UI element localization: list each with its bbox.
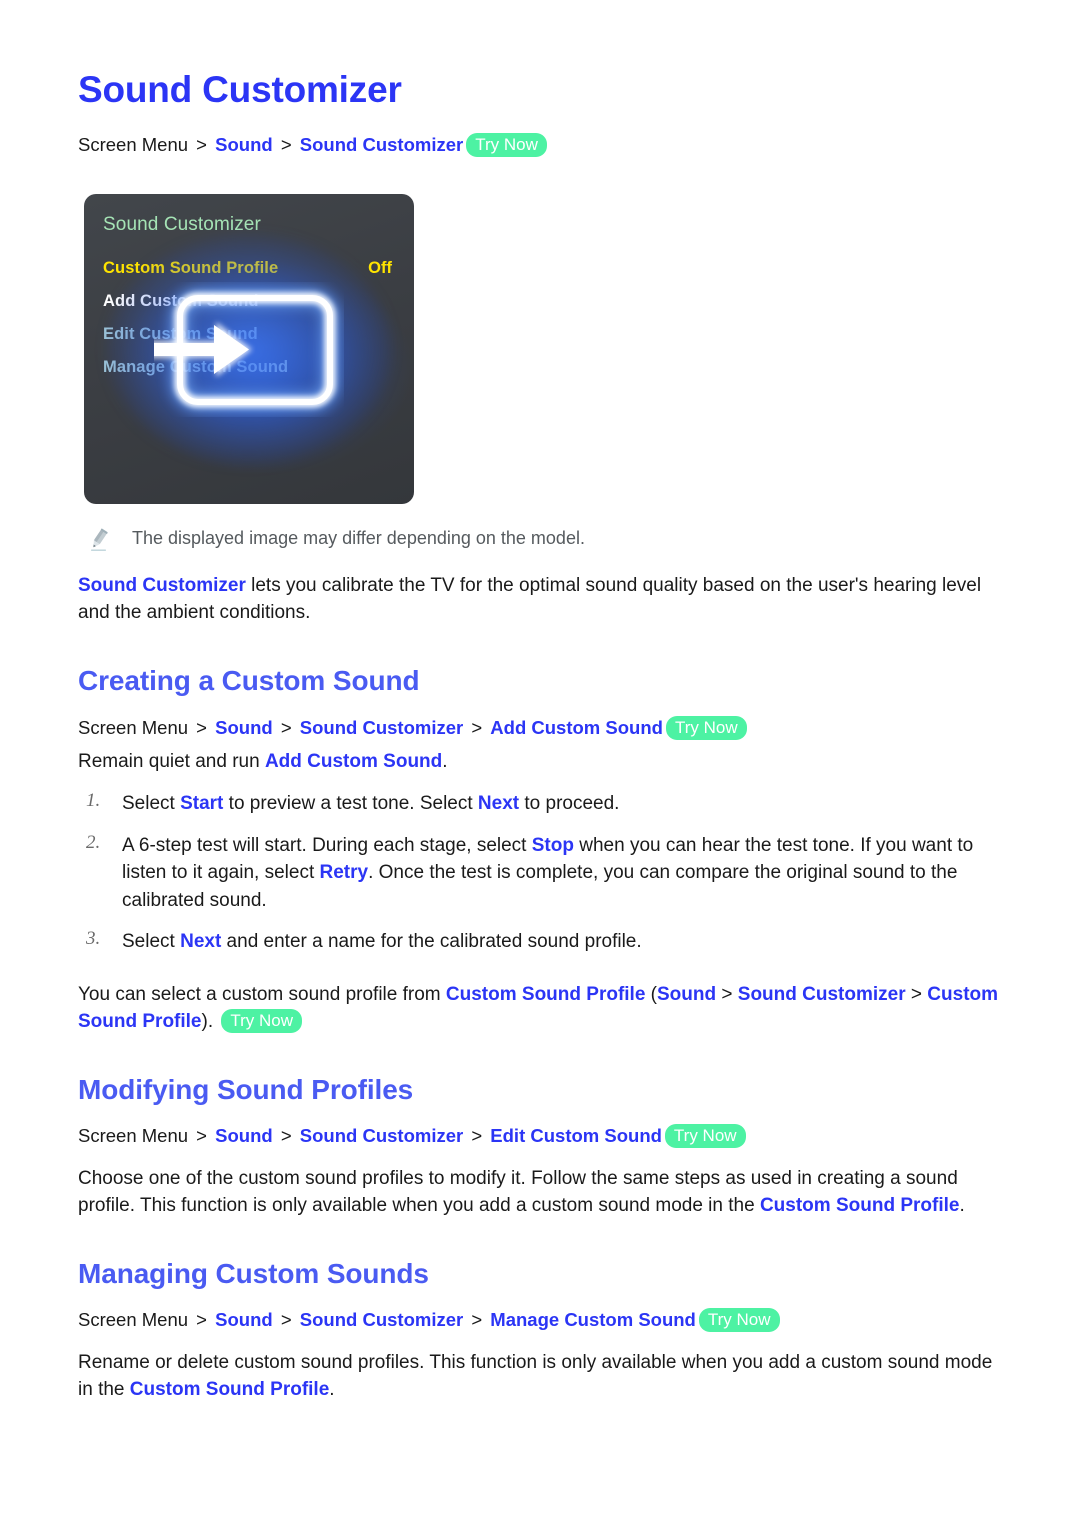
inline-text: ). [201,1010,219,1032]
inline-link[interactable]: Next [180,931,221,952]
breadcrumb-link[interactable]: Sound [215,1309,273,1330]
tv-menu-item-add-custom-sound[interactable]: Add Custom Sound [103,292,259,311]
creating-lead: Remain quiet and run Add Custom Sound. [78,749,1002,776]
page-root: Sound Customizer Screen Menu > Sound > S… [0,0,1080,1527]
breadcrumb-separator: > [275,1309,297,1331]
try-now-badge[interactable]: Try Now [221,1008,303,1034]
try-now-badge[interactable]: Try Now [665,715,747,740]
inline-link[interactable]: Start [180,793,223,814]
breadcrumb-separator: > [275,716,297,738]
breadcrumb-separator: > [275,133,297,155]
breadcrumb-intro: Screen Menu > Sound > Sound Customizer Tr… [78,131,1002,159]
tv-menu-item-manage-custom-sound[interactable]: Manage Custom Sound [103,358,288,377]
managing-body: Rename or delete custom sound profiles. … [78,1350,1002,1404]
breadcrumb-link[interactable]: Add Custom Sound [490,717,663,738]
inline-link[interactable]: Retry [320,862,369,883]
inline-link[interactable]: Sound [657,984,716,1005]
list-item-text: A 6-step test will start. During each st… [122,832,1002,915]
tv-menu-title: Sound Customizer [103,214,261,236]
inline-text: Select [122,931,181,953]
tv-menu-panel: Sound Customizer Custom Sound Profile Of… [84,194,414,505]
breadcrumb-link[interactable]: Sound Customizer [300,1309,463,1330]
breadcrumb-link[interactable]: Manage Custom Sound [490,1309,696,1330]
inline-text: > [721,984,733,1006]
inline-link[interactable]: Custom Sound Profile [760,1195,960,1216]
intro-paragraph: Sound Customizer lets you calibrate the … [78,573,1002,627]
inline-text: . [329,1378,335,1400]
list-item-text: Select Next and enter a name for the cal… [122,928,1002,956]
inline-text: ( [645,984,657,1006]
breadcrumb-root: Screen Menu [78,133,189,155]
breadcrumb-root: Screen Menu [78,1309,189,1331]
note-text: The displayed image may differ depending… [132,528,585,549]
tv-menu-item-custom-sound-profile[interactable]: Custom Sound Profile [103,259,278,278]
breadcrumb-link[interactable]: Sound Customizer [300,717,463,738]
page-title: Sound Customizer [78,69,402,110]
modifying-body: Choose one of the custom sound profiles … [78,1166,1002,1220]
breadcrumb-separator: > [191,133,213,155]
breadcrumb-modifying: Screen Menu > Sound > Sound Customizer >… [78,1122,1002,1150]
inline-text: to proceed. [519,793,620,815]
breadcrumb-link[interactable]: Sound [215,1125,273,1146]
creating-lead-post: . [442,751,448,773]
section-heading-managing: Managing Custom Sounds [78,1257,429,1289]
breadcrumb-link[interactable]: Sound Customizer [300,134,463,155]
section-heading-modifying: Modifying Sound Profiles [78,1073,414,1105]
inline-text: You can select a custom sound profile fr… [78,984,446,1006]
tv-menu-value-custom-sound-profile: Off [368,259,392,278]
inline-text: > [910,984,923,1006]
section-heading-creating: Creating a Custom Sound [78,665,420,697]
creating-lead-pre: Remain quiet and run [78,751,265,773]
breadcrumb-link[interactable]: Edit Custom Sound [490,1125,662,1146]
list-item-number: 1. [86,790,101,812]
breadcrumb-separator: > [466,1309,488,1331]
list-item-number: 3. [86,928,101,950]
intro-paragraph-link[interactable]: Sound Customizer [78,575,246,596]
list-item-text: Select Start to preview a test tone. Sel… [122,790,1002,818]
breadcrumb-link[interactable]: Sound Customizer [300,1125,463,1146]
inline-link[interactable]: Custom Sound Profile [130,1379,330,1400]
breadcrumb-separator: > [466,716,488,738]
breadcrumb-link[interactable]: Sound [215,717,273,738]
breadcrumb-creating: Screen Menu > Sound > Sound Customizer >… [78,714,1002,742]
breadcrumb-separator: > [466,1125,488,1147]
breadcrumb-separator: > [275,1125,297,1147]
breadcrumb-separator: > [191,1125,213,1147]
creating-lead-link[interactable]: Add Custom Sound [265,751,442,772]
list-item: 3. Select Next and enter a name for the … [78,928,1002,956]
breadcrumb-root: Screen Menu [78,716,189,738]
note-row: The displayed image may differ depending… [88,526,1002,557]
pencil-icon [88,526,132,557]
try-now-badge[interactable]: Try Now [466,132,547,157]
inline-text: . [959,1194,965,1216]
inline-link[interactable]: Sound Customizer [738,984,906,1005]
try-now-badge[interactable]: Try Now [664,1124,746,1149]
breadcrumb-separator: > [191,716,213,738]
inline-text: and enter a name for the calibrated soun… [221,931,642,953]
inline-link[interactable]: Stop [532,835,574,856]
tv-menu-item-edit-custom-sound[interactable]: Edit Custom Sound [103,325,258,344]
inline-link[interactable]: Next [478,793,519,814]
inline-text: A 6-step test will start. During each st… [122,834,532,856]
creating-outro: You can select a custom sound profile fr… [78,982,1002,1036]
try-now-badge[interactable]: Try Now [698,1308,780,1333]
breadcrumb-separator: > [191,1309,213,1331]
list-item: 1. Select Start to preview a test tone. … [78,790,1002,818]
creating-steps-list: 1. Select Start to preview a test tone. … [78,790,1002,956]
list-item: 2. A 6-step test will start. During each… [78,832,1002,915]
inline-link[interactable]: Custom Sound Profile [446,984,646,1005]
breadcrumb-managing: Screen Menu > Sound > Sound Customizer >… [78,1306,1002,1334]
list-item-number: 2. [86,831,101,853]
breadcrumb-link[interactable]: Sound [215,134,273,155]
inline-text: to preview a test tone. Select [223,793,478,815]
tv-screenshot-mock: Sound Customizer Custom Sound Profile Of… [84,194,414,505]
inline-text: Select [122,793,181,815]
breadcrumb-root: Screen Menu [78,1125,189,1147]
